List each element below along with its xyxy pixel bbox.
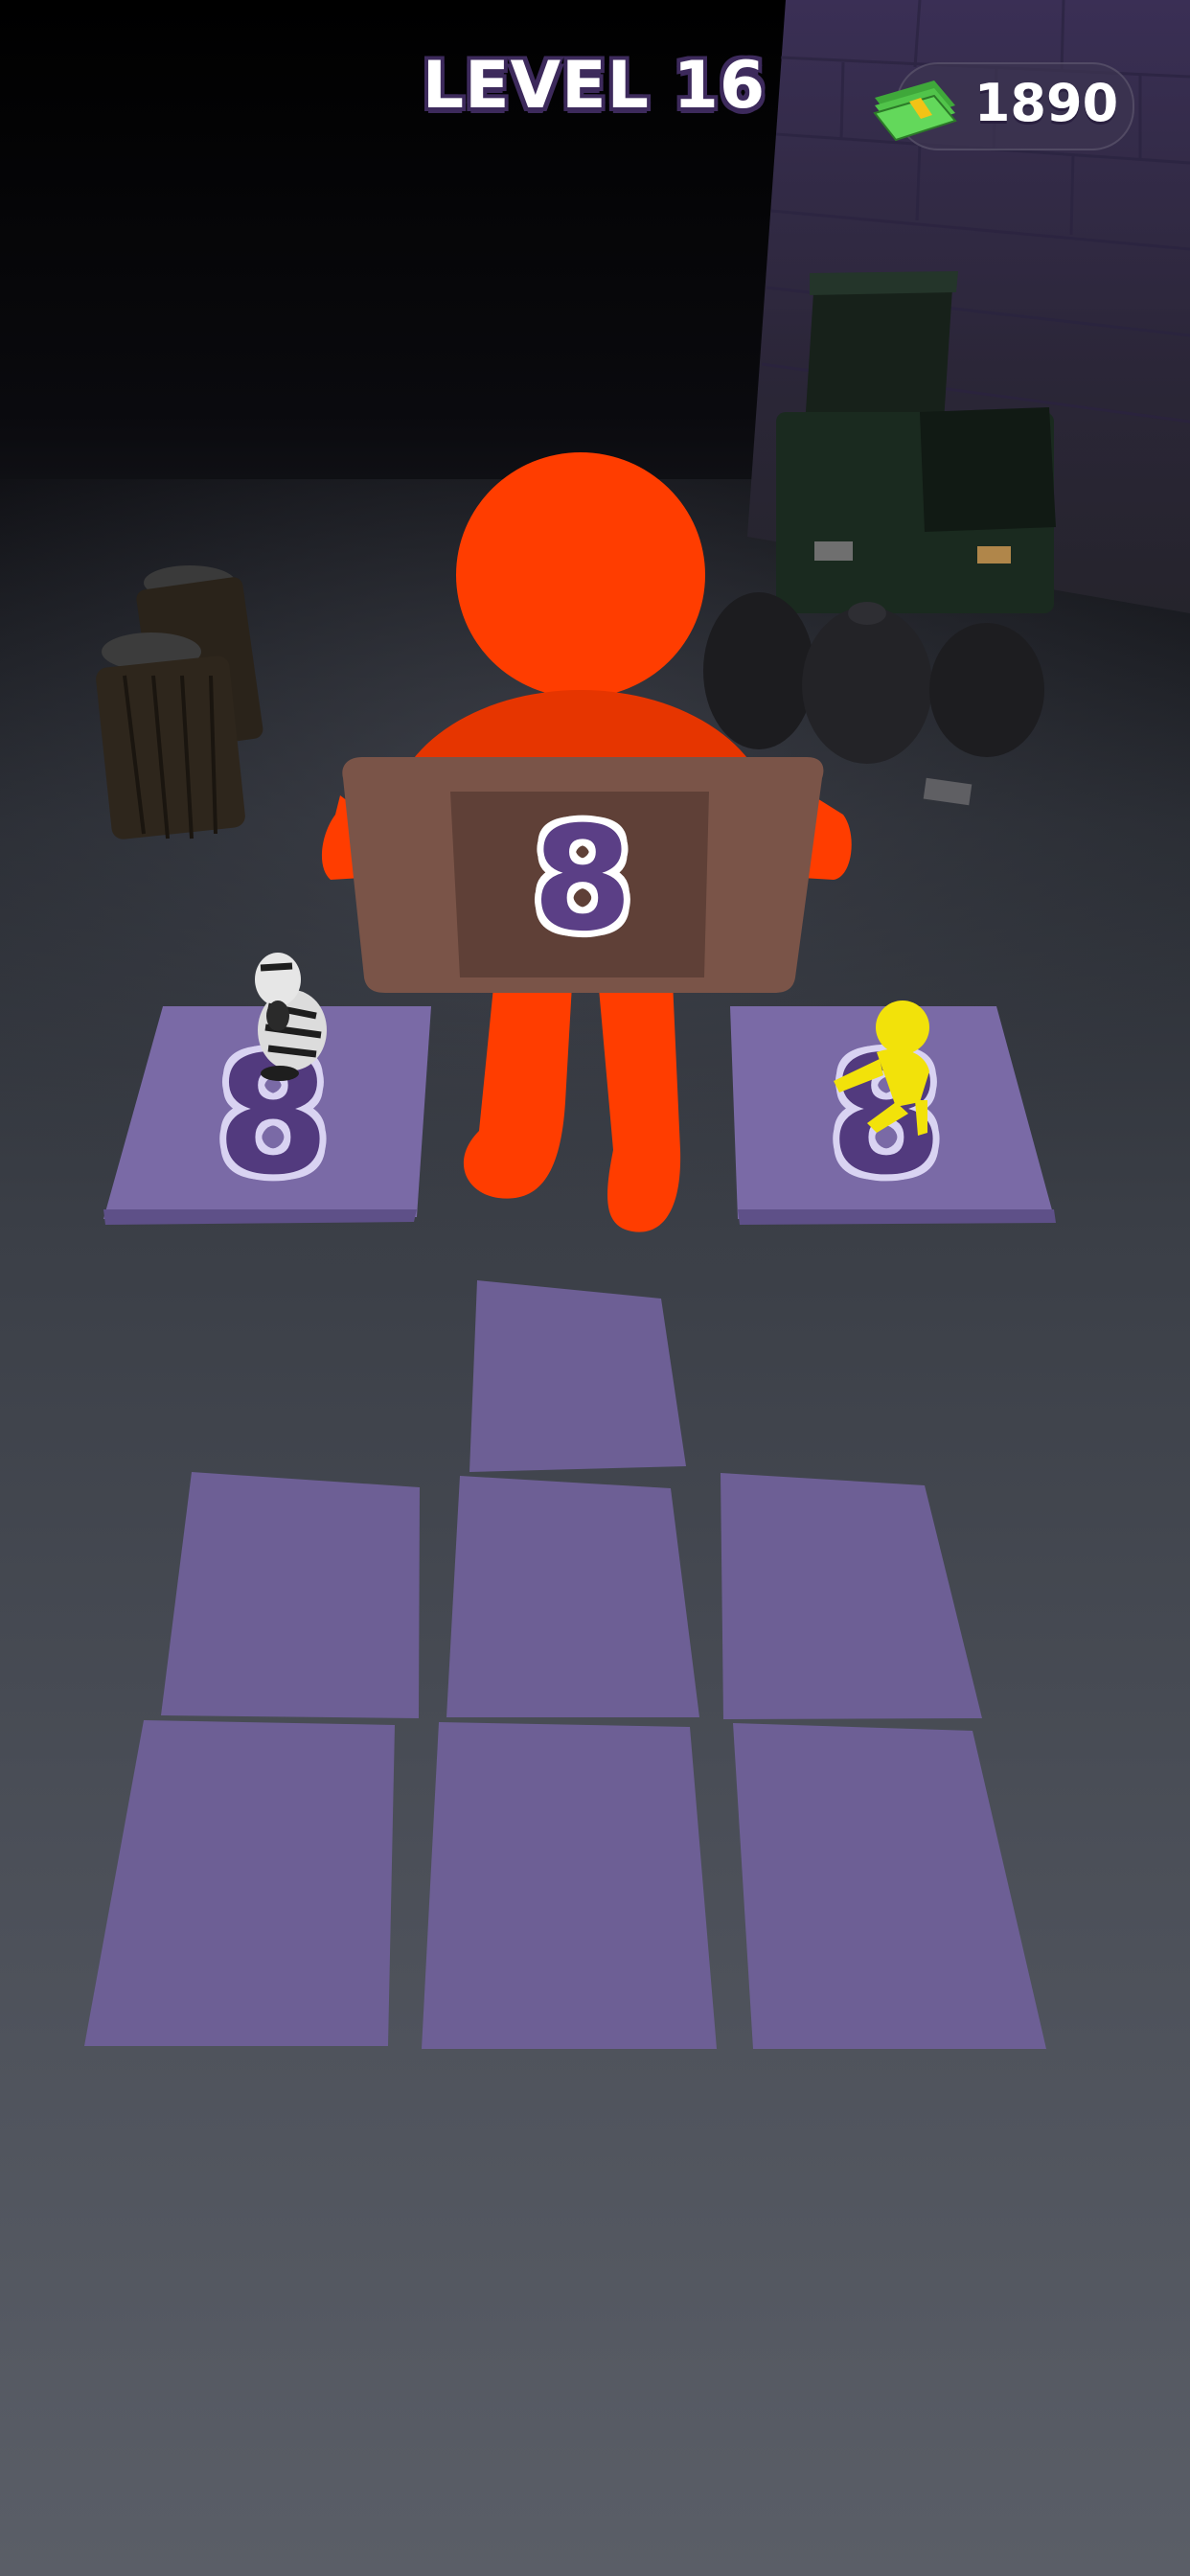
level-indicator: LEVEL 16 [422, 48, 767, 124]
cash-stack-icon [873, 80, 957, 142]
zebra-figure[interactable] [255, 953, 327, 1081]
sign-number: 8 [532, 796, 633, 963]
cash-amount: 1890 [973, 73, 1119, 133]
yellow-runner-figure[interactable] [834, 1000, 929, 1136]
game-scene: 8 8 LEVEL 16 1890 [0, 0, 1190, 2576]
characters [255, 452, 929, 1232]
